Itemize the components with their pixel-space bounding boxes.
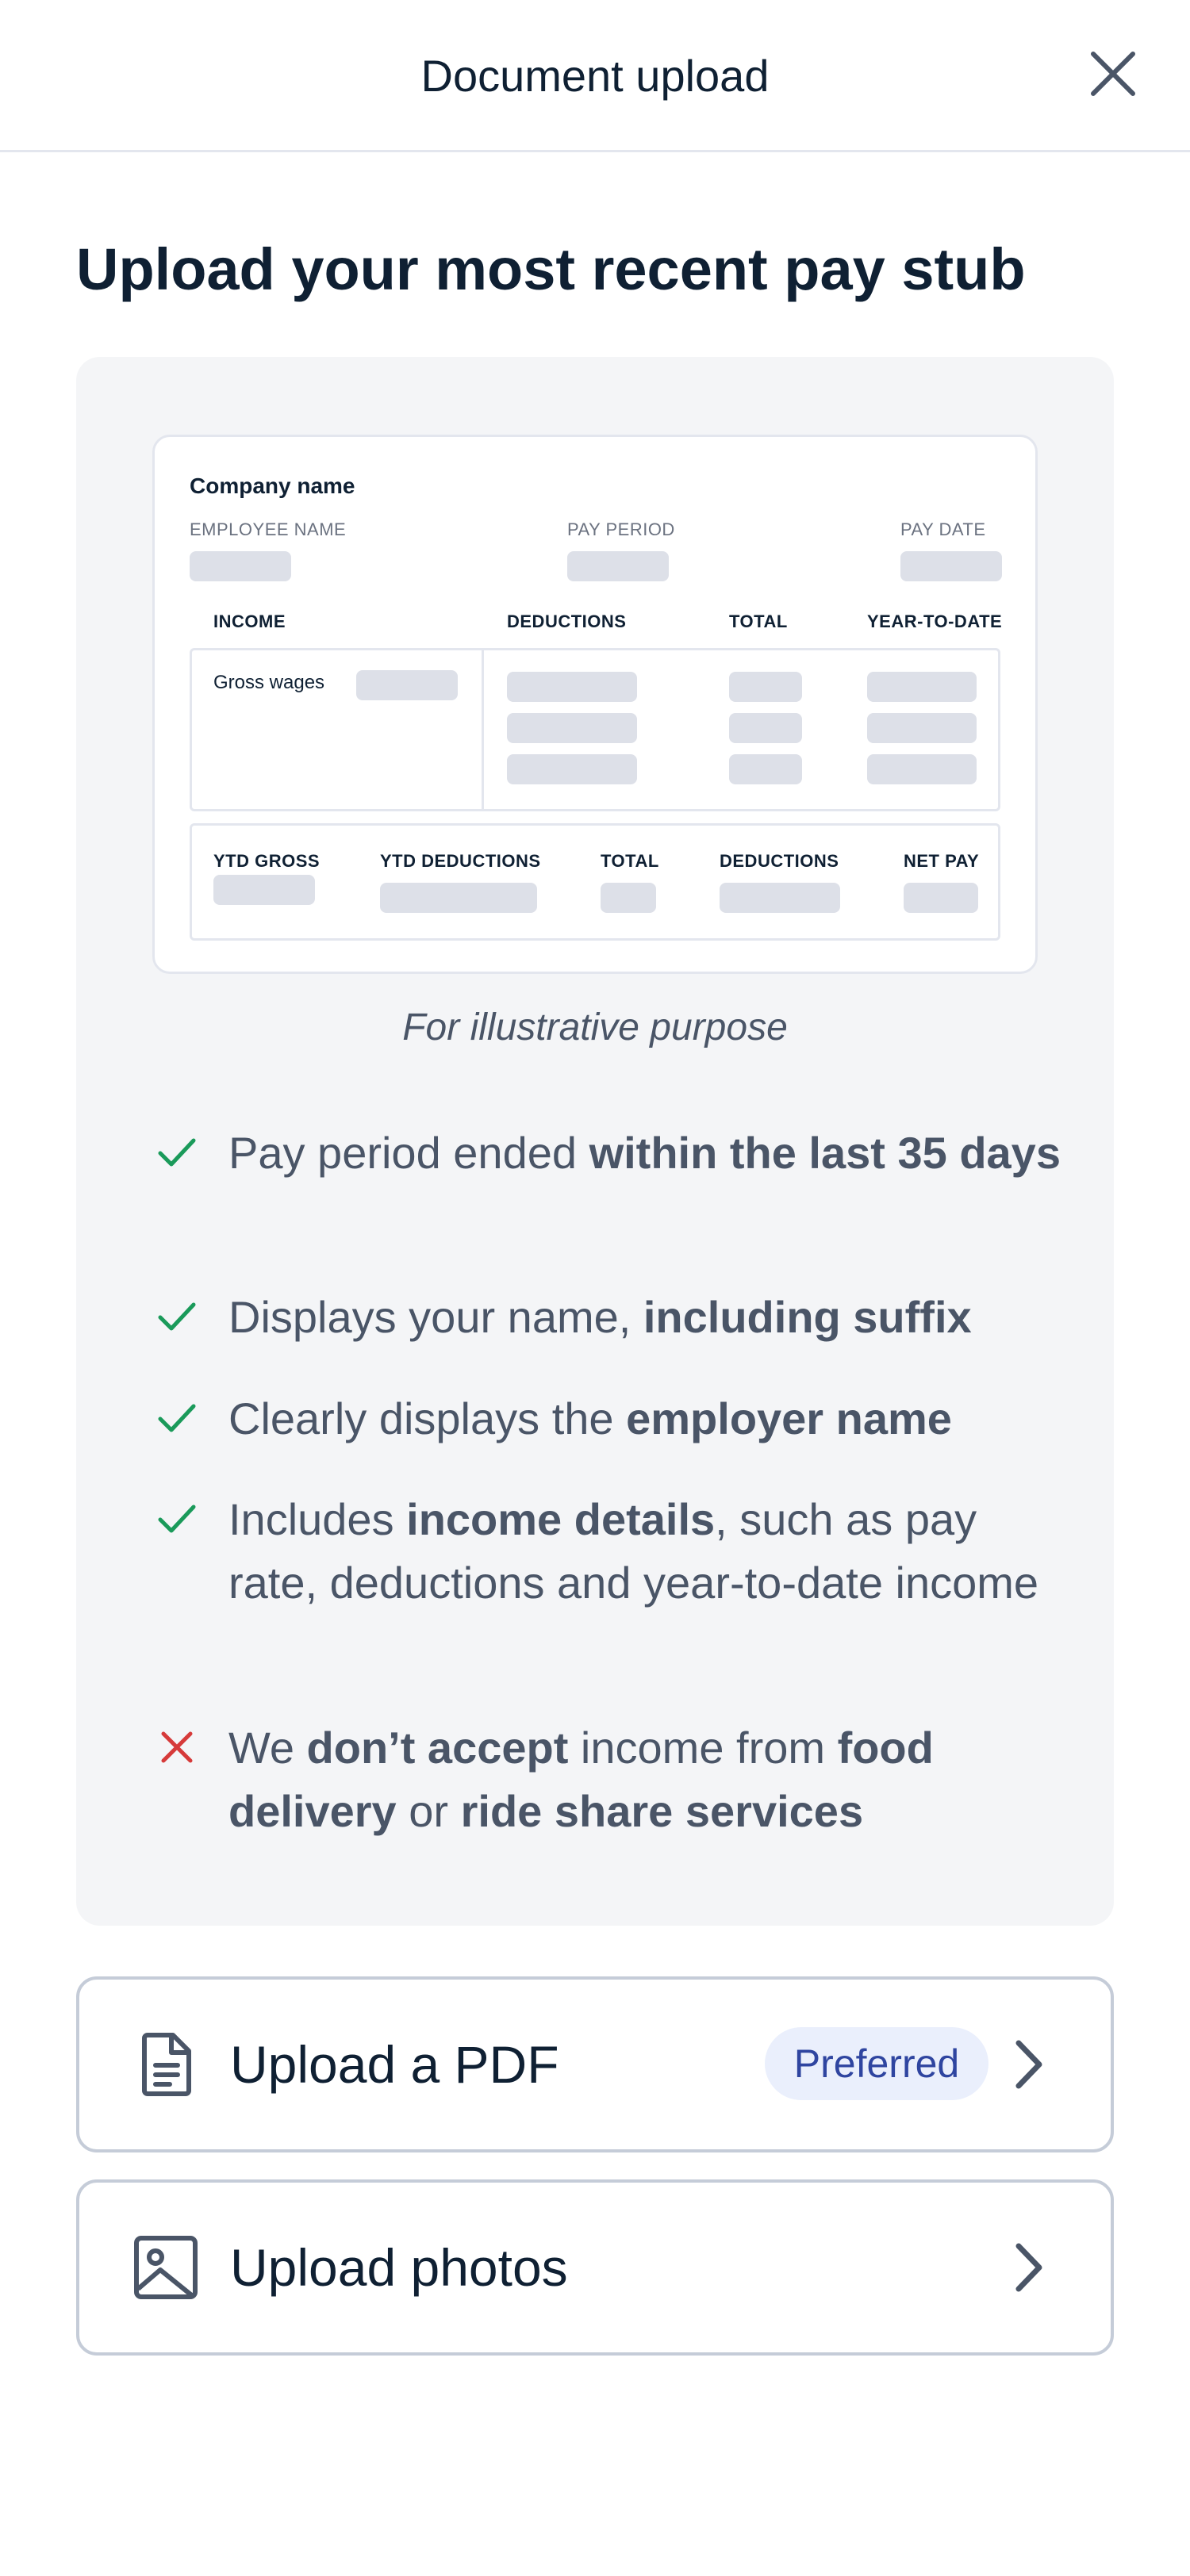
close-button[interactable] [1087,48,1139,100]
illustrative-caption: For illustrative purpose [402,1006,788,1048]
document-icon [132,2030,200,2099]
check-icon [157,1133,197,1172]
stub-placeholder [904,883,978,913]
header-bar: Document upload [0,0,1190,152]
chevron-right-icon [1004,2037,1052,2092]
stub-divider [482,648,484,811]
check-icon [157,1398,197,1438]
upload-pdf-label: Upload a PDF [230,2035,559,2094]
stub-pay-period-label: PAY PERIOD [567,519,675,539]
upload-pdf-button[interactable]: Upload a PDF Preferred [76,1976,1114,2152]
stub-ytd-header: YEAR-TO-DATE [867,611,1003,631]
stub-employee-name-label: EMPLOYEE NAME [190,519,347,539]
stub-placeholder [729,754,802,784]
check-icon [157,1499,197,1539]
stub-placeholder [900,551,1002,581]
stub-deductions-label: DEDUCTIONS [720,851,839,871]
page-title: Upload your most recent pay stub [76,236,1026,302]
stub-total-label: TOTAL [601,851,659,871]
stub-placeholder [867,672,977,702]
stub-ytd-gross-label: YTD GROSS [213,851,321,871]
sample-pay-stub: Company name EMPLOYEE NAME PAY PERIOD PA… [152,435,1038,974]
stub-placeholder [601,883,656,913]
stub-placeholder [507,754,637,784]
stub-ytd-deductions-label: YTD DEDUCTIONS [380,851,541,871]
stub-placeholder [867,713,977,743]
requirement-text: Clearly displays the employer name [228,1393,952,1443]
stub-placeholder [867,754,977,784]
close-icon [1091,52,1135,96]
stub-placeholder [213,875,315,905]
stub-placeholder [507,713,637,743]
stub-income-header: INCOME [213,611,286,631]
stub-placeholder [567,551,669,581]
stub-placeholder [729,713,802,743]
stub-company-name: Company name [190,473,355,498]
stub-placeholder [190,551,291,581]
image-icon [132,2233,200,2302]
stub-pay-date-label: PAY DATE [900,519,986,539]
upload-photos-button[interactable]: Upload photos [76,2179,1114,2356]
x-icon [157,1727,197,1767]
requirement-text: Displays your name, including suffix [228,1292,972,1342]
chevron-right-icon [1004,2240,1052,2295]
stub-placeholder [720,883,840,913]
preferred-badge: Preferred [765,2027,988,2100]
requirement-text: Pay period ended within the last 35 days [228,1128,1061,1178]
requirement-text: We don’t accept income from food deliver… [228,1723,934,1836]
stub-gross-wages: Gross wages [213,672,325,693]
stub-placeholder [380,883,537,913]
upload-photos-label: Upload photos [230,2238,568,2297]
stub-net-pay-label: NET PAY [904,851,980,871]
check-icon [157,1297,197,1336]
stub-placeholder [729,672,802,702]
stub-placeholder [356,670,458,700]
header-title: Document upload [420,51,770,101]
stub-total-header: TOTAL [729,611,788,631]
requirement-text: Includes income details, such as pay rat… [228,1494,1039,1608]
stub-deductions-header: DEDUCTIONS [507,611,627,631]
stub-placeholder [507,672,637,702]
